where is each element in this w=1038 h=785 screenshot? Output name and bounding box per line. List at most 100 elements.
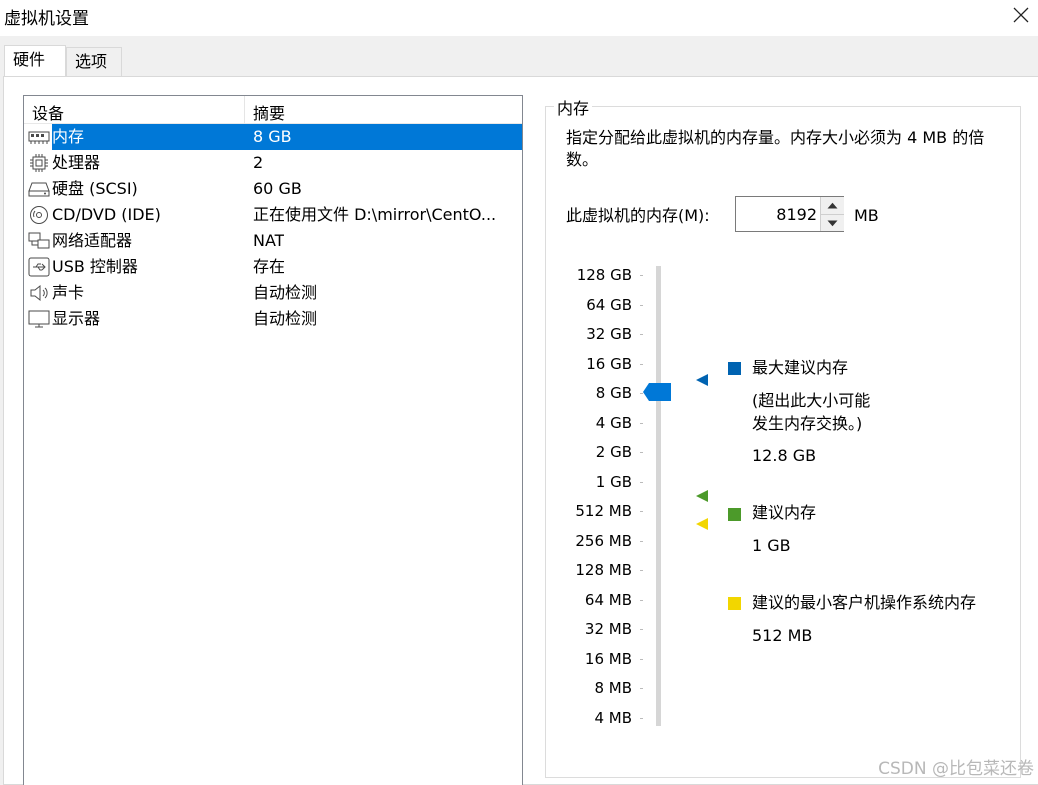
scale-tick xyxy=(640,363,643,365)
scale-tick xyxy=(640,658,643,660)
scale-label: 16 GB xyxy=(586,354,632,373)
column-header-device[interactable]: 设备 xyxy=(32,100,64,124)
device-label: 显示器 xyxy=(52,309,101,328)
memory-input-label: 此虚拟机的内存(M): xyxy=(566,206,710,225)
memory-group: 内存 指定分配给此虚拟机的内存量。内存大小必须为 4 MB 的倍数。 此虚拟机的… xyxy=(545,95,1021,778)
memory-unit: MB xyxy=(854,206,879,225)
scale-label: 128 MB xyxy=(575,561,632,579)
scale-tick xyxy=(640,599,643,601)
memory-slider-track[interactable] xyxy=(656,266,661,726)
cd-dvd-icon xyxy=(28,205,50,225)
device-rows: 内存 8 GB 处理器 2 硬盘 (SCSI) 60 GB CD/DVD (ID… xyxy=(24,124,522,332)
min-guest-swatch xyxy=(728,597,741,610)
window-title: 虚拟机设置 xyxy=(4,9,89,29)
device-label: USB 控制器 xyxy=(52,257,138,276)
device-label: CD/DVD (IDE) xyxy=(52,205,161,224)
device-row-sound-card[interactable]: 声卡 自动检测 xyxy=(24,280,522,306)
column-separator[interactable] xyxy=(244,96,245,124)
device-label: 硬盘 (SCSI) xyxy=(52,179,138,198)
scale-label: 1 GB xyxy=(595,472,632,491)
memory-slider-thumb[interactable] xyxy=(643,383,671,401)
speaker-icon xyxy=(28,283,50,303)
device-summary: NAT xyxy=(253,231,285,250)
device-row-display[interactable]: 显示器 自动检测 xyxy=(24,306,522,332)
device-row-cd-dvd[interactable]: CD/DVD (IDE) 正在使用文件 D:\mirror\CentO... xyxy=(24,202,522,228)
scale-label: 256 MB xyxy=(575,531,632,550)
device-row-network-adapter[interactable]: 网络适配器 NAT xyxy=(24,228,522,254)
scale-tick xyxy=(640,334,643,335)
memory-icon xyxy=(28,127,50,147)
device-label: 网络适配器 xyxy=(52,231,133,250)
device-summary: 60 GB xyxy=(253,179,302,198)
scale-label: 64 MB xyxy=(584,590,632,609)
decrement-button[interactable] xyxy=(821,214,844,231)
max-recommended-note-line1: (超出此大小可能 xyxy=(752,391,871,410)
max-recommended-value: 12.8 GB xyxy=(752,446,817,465)
min-guest-value: 512 MB xyxy=(752,626,813,645)
device-label: 处理器 xyxy=(52,153,101,172)
scale-label: 128 GB xyxy=(576,266,632,284)
scale-tick xyxy=(640,452,643,453)
chevron-up-icon xyxy=(827,202,838,209)
title-bar: 虚拟机设置 xyxy=(0,0,1038,36)
monitor-icon xyxy=(28,309,50,329)
recommended-value: 1 GB xyxy=(752,536,791,555)
chevron-down-icon xyxy=(827,220,838,227)
max-recommended-swatch xyxy=(728,362,741,375)
tab-options[interactable]: 选项 xyxy=(66,47,122,77)
device-summary: 存在 xyxy=(253,257,286,276)
scale-tick xyxy=(640,422,643,424)
scale-tick xyxy=(640,275,643,276)
memory-description: 指定分配给此虚拟机的内存量。内存大小必须为 4 MB 的倍数。 xyxy=(566,128,985,169)
min-guest-title: 建议的最小客户机操作系统内存 xyxy=(752,593,977,612)
network-adapter-icon xyxy=(28,231,50,251)
close-icon[interactable] xyxy=(1008,2,1034,28)
watermark: CSDN @比包菜还卷 xyxy=(878,759,1034,779)
scale-label: 32 GB xyxy=(586,325,632,343)
device-row-hard-disk[interactable]: 硬盘 (SCSI) 60 GB xyxy=(24,176,522,202)
scale-label: 8 GB xyxy=(595,384,632,402)
tab-hardware[interactable]: 硬件 xyxy=(4,45,66,77)
scale-tick xyxy=(640,540,643,542)
scale-label: 64 GB xyxy=(586,295,632,314)
memory-group-title: 内存 xyxy=(554,95,593,119)
scale-tick xyxy=(640,511,643,512)
hardware-panel: 设备 摘要 内存 8 GB 处理器 2 硬盘 (SCSI) 60 GB CD/D… xyxy=(3,76,1038,785)
processor-icon xyxy=(28,153,50,173)
column-header-summary[interactable]: 摘要 xyxy=(253,100,285,124)
scale-label: 512 MB xyxy=(575,502,632,520)
scale-tick xyxy=(640,688,643,689)
scale-tick xyxy=(640,481,643,483)
device-row-processor[interactable]: 处理器 2 xyxy=(24,150,522,176)
device-row-memory[interactable]: 内存 8 GB xyxy=(24,124,522,150)
device-summary: 自动检测 xyxy=(253,283,318,302)
scale-label: 4 GB xyxy=(595,413,632,432)
recommended-marker xyxy=(696,487,708,502)
scale-tick xyxy=(640,717,643,719)
device-summary: 正在使用文件 D:\mirror\CentO... xyxy=(253,205,497,224)
device-summary: 2 xyxy=(253,153,264,172)
usb-icon xyxy=(28,257,50,277)
scale-label: 2 GB xyxy=(595,443,632,461)
recommended-swatch xyxy=(728,508,741,521)
scale-tick xyxy=(640,304,643,306)
recommended-title: 建议内存 xyxy=(752,503,817,522)
device-list[interactable]: 设备 摘要 内存 8 GB 处理器 2 硬盘 (SCSI) 60 GB CD/D… xyxy=(23,95,523,785)
list-header: 设备 摘要 xyxy=(24,96,522,124)
hard-disk-icon xyxy=(28,179,50,199)
max-recommended-note-line2: 发生内存交换。) xyxy=(752,414,863,433)
device-label: 内存 xyxy=(52,124,244,150)
device-row-usb-controller[interactable]: USB 控制器 存在 xyxy=(24,254,522,280)
max-recommended-title: 最大建议内存 xyxy=(752,358,849,377)
device-label: 声卡 xyxy=(52,283,85,302)
scale-label: 8 MB xyxy=(594,679,632,697)
min-guest-marker xyxy=(696,515,708,530)
memory-stepper xyxy=(735,196,844,232)
memory-input[interactable] xyxy=(736,197,820,231)
device-summary: 8 GB xyxy=(253,127,292,146)
increment-button[interactable] xyxy=(821,197,844,214)
scale-label: 16 MB xyxy=(584,649,632,668)
scale-tick xyxy=(640,570,643,571)
scale-tick xyxy=(640,629,643,630)
scale-label: 4 MB xyxy=(594,708,632,727)
